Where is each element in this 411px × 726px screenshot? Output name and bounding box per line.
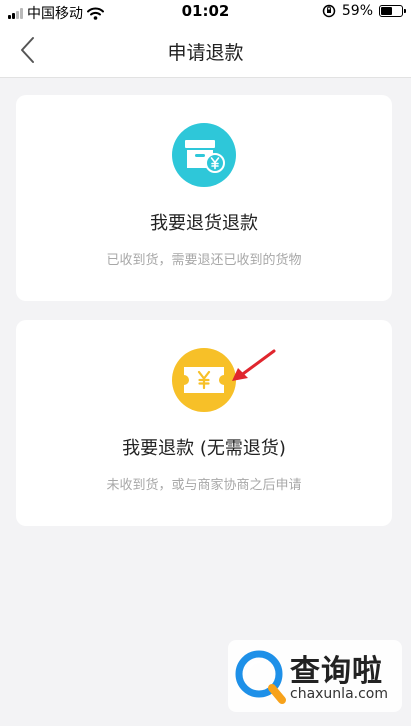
nav-bar: 申请退款 [0,22,411,78]
status-right: 59% [322,3,406,19]
status-bar: 中国移动 01:02 59% [0,0,411,22]
battery-percent: 59% [341,3,373,19]
option-subtitle: 未收到货，或与商家协商之后申请 [106,478,302,493]
annotation-arrow-icon [232,349,276,381]
ticket-yen-icon [184,367,224,393]
option-title: 我要退款 (无需退货) [122,438,286,459]
search-logo-icon [235,650,286,704]
battery-icon [379,5,406,17]
watermark-text: 查询啦 [290,654,383,689]
orientation-lock-icon [322,4,336,18]
refund-request-screen: 中国移动 01:02 59% 申请退款 我要退货退款 已收到货，需要退还已收到的… [0,0,411,726]
box-yen-icon [185,140,225,173]
option-title: 我要退货退款 [150,213,258,234]
refund-only-option[interactable]: 我要退款 (无需退货) 未收到货，或与商家协商之后申请 [16,320,392,526]
option-subtitle: 已收到货，需要退还已收到的货物 [106,253,302,268]
watermark-url: chaxunla.com [290,686,388,702]
option-icon-circle [172,123,236,187]
return-and-refund-option[interactable]: 我要退货退款 已收到货，需要退还已收到的货物 [16,95,392,301]
page-title: 申请退款 [167,42,244,64]
watermark-logo: 查询啦 chaxunla.com [228,640,402,712]
option-icon-circle [172,348,236,412]
